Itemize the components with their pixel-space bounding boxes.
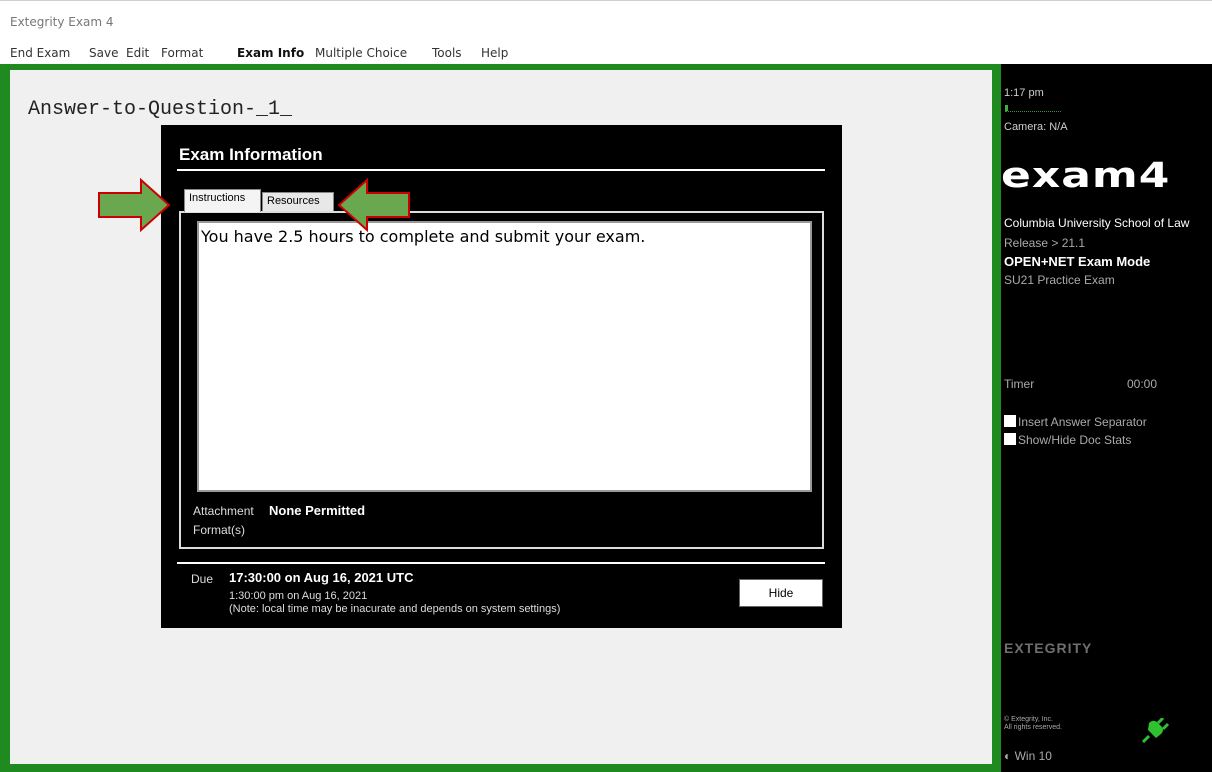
os-label: Win 10 — [1014, 749, 1052, 763]
window-title: Extegrity Exam 4 — [10, 15, 114, 29]
tab-instructions[interactable]: Instructions — [184, 189, 261, 212]
menu-bar: End Exam Save Edit Format Exam Info Mult… — [0, 44, 1212, 64]
menu-multiple-choice[interactable]: Multiple Choice — [315, 46, 407, 60]
exam-sidebar: 1:17 pm Camera: N/A exam4 Columbia Unive… — [1001, 64, 1212, 772]
left-arrow-icon — [337, 178, 410, 232]
hide-button[interactable]: Hide — [739, 579, 823, 607]
os-indicator: ◐ Win 10 — [1004, 749, 1052, 763]
attachment-label: Attachment — [193, 504, 254, 518]
instructions-text-box[interactable]: You have 2.5 hours to complete and submi… — [197, 221, 812, 492]
menu-format[interactable]: Format — [161, 46, 203, 60]
due-note: (Note: local time may be inacurate and d… — [229, 603, 561, 615]
timer-value: 00:00 — [1127, 377, 1158, 391]
divider — [177, 169, 825, 171]
copyright-line: © Extegrity, Inc. — [1004, 716, 1053, 723]
exam-mode: OPEN+NET Exam Mode — [1004, 254, 1151, 269]
title-bar: Extegrity Exam 4 — [0, 0, 1212, 39]
camera-status: Camera: N/A — [1004, 121, 1068, 133]
due-utc-time: 17:30:00 on Aug 16, 2021 UTC — [229, 570, 414, 585]
show-hide-doc-stats-checkbox[interactable] — [1004, 433, 1016, 445]
formats-label: Format(s) — [193, 523, 245, 537]
extegrity-logo: EXTEGRITY — [1004, 640, 1093, 656]
due-label: Due — [191, 572, 214, 586]
menu-end-exam[interactable]: End Exam — [10, 46, 70, 60]
copyright: © Extegrity, Inc. All rights reserved. — [1004, 716, 1062, 732]
document-title: Answer-to-Question-_1_ — [28, 98, 293, 121]
copyright-line: All rights reserved. — [1004, 724, 1062, 731]
menu-help[interactable]: Help — [481, 46, 508, 60]
menu-exam-info[interactable]: Exam Info — [237, 46, 304, 60]
divider — [177, 562, 825, 564]
release-version: Release > 21.1 — [1004, 236, 1086, 250]
right-arrow-icon — [98, 178, 171, 232]
exam-information-dialog: Exam Information Instructions Resources … — [161, 125, 842, 628]
school-name: Columbia University School of Law — [1004, 216, 1190, 230]
timer-label: Timer — [1004, 377, 1035, 391]
due-local-time: 1:30:00 pm on Aug 16, 2021 — [229, 590, 368, 602]
contrast-icon: ◐ — [1004, 749, 1012, 763]
tab-resources[interactable]: Resources — [262, 192, 334, 212]
insert-answer-separator-checkbox[interactable] — [1004, 415, 1016, 427]
exam-name: SU21 Practice Exam — [1004, 273, 1115, 287]
show-hide-doc-stats-label[interactable]: Show/Hide Doc Stats — [1018, 433, 1131, 447]
tab-panel: You have 2.5 hours to complete and submi… — [179, 211, 824, 549]
attachment-value: None Permitted — [269, 503, 366, 518]
clock-time: 1:17 pm — [1004, 87, 1044, 99]
menu-save[interactable]: Save — [89, 46, 118, 60]
dialog-heading: Exam Information — [179, 145, 323, 164]
exam4-logo: exam4 — [1001, 156, 1171, 196]
menu-tools[interactable]: Tools — [432, 46, 462, 60]
insert-answer-separator-label[interactable]: Insert Answer Separator — [1018, 415, 1147, 429]
menu-edit[interactable]: Edit — [126, 46, 149, 60]
progress-indicator — [1005, 105, 1061, 112]
power-plug-icon — [1141, 718, 1169, 744]
